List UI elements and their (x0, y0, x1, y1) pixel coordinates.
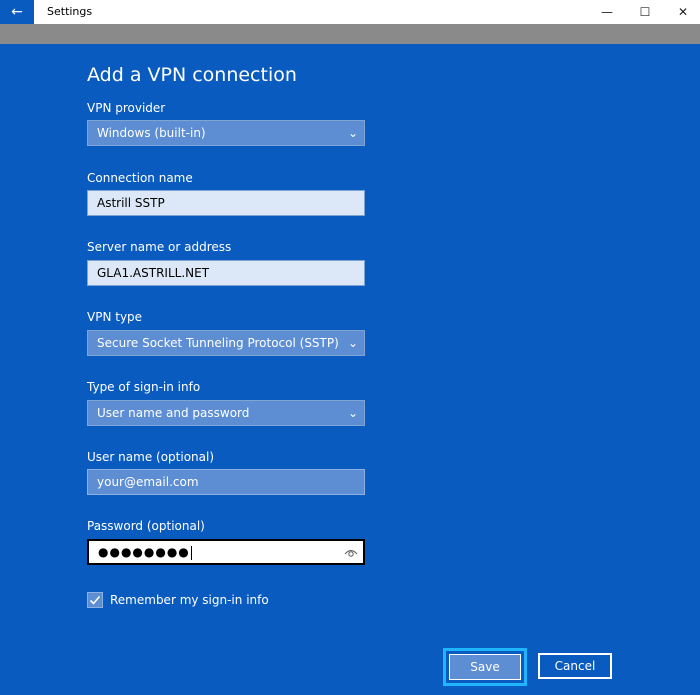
vpn-type-label: VPN type (87, 310, 143, 324)
password-value: ●●●●●●●● (98, 545, 190, 559)
vpn-type-select[interactable]: Secure Socket Tunneling Protocol (SSTP) … (87, 330, 365, 356)
username-input[interactable]: your@email.com (87, 469, 365, 495)
server-input[interactable]: GLA1.ASTRILL.NET (87, 260, 365, 286)
cancel-button[interactable]: Cancel (538, 653, 612, 679)
connection-name-label: Connection name (87, 171, 193, 185)
server-label: Server name or address (87, 240, 232, 254)
vpn-provider-label: VPN provider (87, 101, 166, 115)
title-bar: ← Settings — ☐ ✕ (0, 0, 700, 24)
checkmark-icon (89, 595, 101, 605)
chevron-down-icon: ⌄ (347, 126, 358, 140)
window-title: Settings (47, 5, 93, 18)
signin-type-select[interactable]: User name and password ⌄ (87, 400, 365, 426)
chevron-down-icon: ⌄ (347, 406, 358, 420)
connection-name-input[interactable]: Astrill SSTP (87, 190, 365, 216)
signin-type-label: Type of sign-in info (87, 380, 201, 394)
header-band (0, 24, 700, 44)
vpn-type-value: Secure Socket Tunneling Protocol (SSTP) (97, 336, 339, 350)
save-button-label: Save (449, 654, 521, 680)
remember-checkbox[interactable] (87, 592, 103, 608)
password-input[interactable]: ●●●●●●●● (87, 539, 365, 565)
password-label: Password (optional) (87, 519, 205, 533)
text-caret (190, 545, 192, 560)
username-label: User name (optional) (87, 450, 215, 464)
page-title: Add a VPN connection (87, 64, 297, 86)
save-button[interactable]: Save (443, 648, 527, 686)
vpn-provider-value: Windows (built-in) (97, 126, 206, 140)
close-icon[interactable]: ✕ (661, 0, 700, 24)
vpn-provider-select[interactable]: Windows (built-in) ⌄ (87, 120, 365, 146)
remember-label: Remember my sign-in info (110, 593, 269, 607)
chevron-down-icon: ⌄ (347, 336, 358, 350)
signin-type-value: User name and password (97, 406, 250, 420)
reveal-password-icon[interactable] (344, 545, 358, 559)
back-arrow-icon[interactable]: ← (0, 0, 34, 24)
